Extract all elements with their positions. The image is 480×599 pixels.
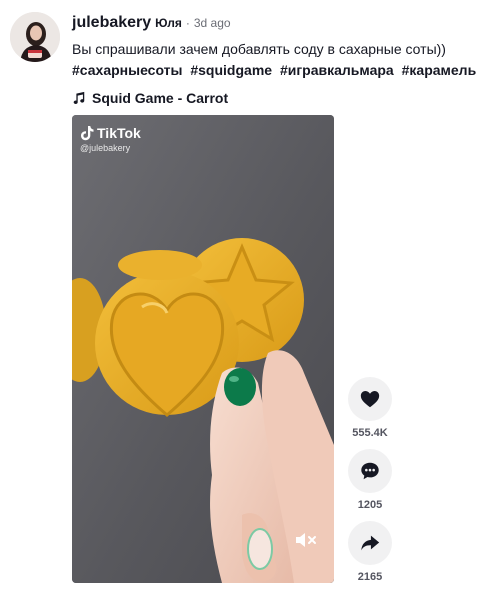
share-action: 2165 [348, 521, 392, 583]
tiktok-watermark: TikTok @julebakery [80, 125, 141, 153]
separator-dot: · [185, 16, 190, 30]
music-link[interactable]: Squid Game - Carrot [72, 90, 472, 106]
tiktok-logo-icon [81, 126, 94, 141]
hashtag-link[interactable]: #сахарныесоты [72, 62, 182, 78]
hashtag-link[interactable]: #карамель [402, 62, 477, 78]
share-arrow-icon [361, 535, 380, 551]
author-row: julebakery Юля · 3d ago [72, 14, 472, 32]
post-caption: Вы спрашивали зачем добавлять соду в сах… [72, 41, 446, 57]
hashtag-list: #сахарныесоты #squidgame #игравкальмара … [72, 60, 476, 81]
comment-button[interactable] [348, 449, 392, 493]
video-frame [72, 115, 334, 583]
avatar-image [10, 12, 60, 62]
like-count: 555.4K [352, 427, 388, 439]
hashtag-link[interactable]: #squidgame [190, 62, 272, 78]
heart-icon [360, 391, 380, 408]
share-count: 2165 [357, 571, 383, 583]
comment-action: 1205 [348, 449, 392, 511]
action-bar: 555.4K 1205 2165 [348, 377, 392, 593]
like-button[interactable] [348, 377, 392, 421]
watermark-brand: TikTok [97, 125, 141, 141]
speaker-muted-icon [296, 533, 316, 547]
mute-button[interactable] [294, 530, 318, 550]
author-username[interactable]: julebakery [72, 14, 151, 32]
post-header: julebakery Юля · 3d ago Вы спрашивали за… [72, 14, 476, 106]
author-nickname[interactable]: Юля [155, 16, 182, 30]
video-player[interactable]: TikTok @julebakery [72, 115, 334, 583]
post-age: 3d ago [193, 16, 231, 30]
like-action: 555.4K [348, 377, 392, 439]
avatar[interactable] [10, 12, 60, 62]
hashtag-link[interactable]: #игравкальмара [280, 62, 394, 78]
music-title: Squid Game - Carrot [92, 90, 229, 106]
music-note-icon [73, 91, 85, 105]
comment-count: 1205 [357, 499, 383, 511]
share-button[interactable] [348, 521, 392, 565]
watermark-handle: @julebakery [80, 143, 131, 153]
comment-bubble-icon [361, 462, 379, 480]
